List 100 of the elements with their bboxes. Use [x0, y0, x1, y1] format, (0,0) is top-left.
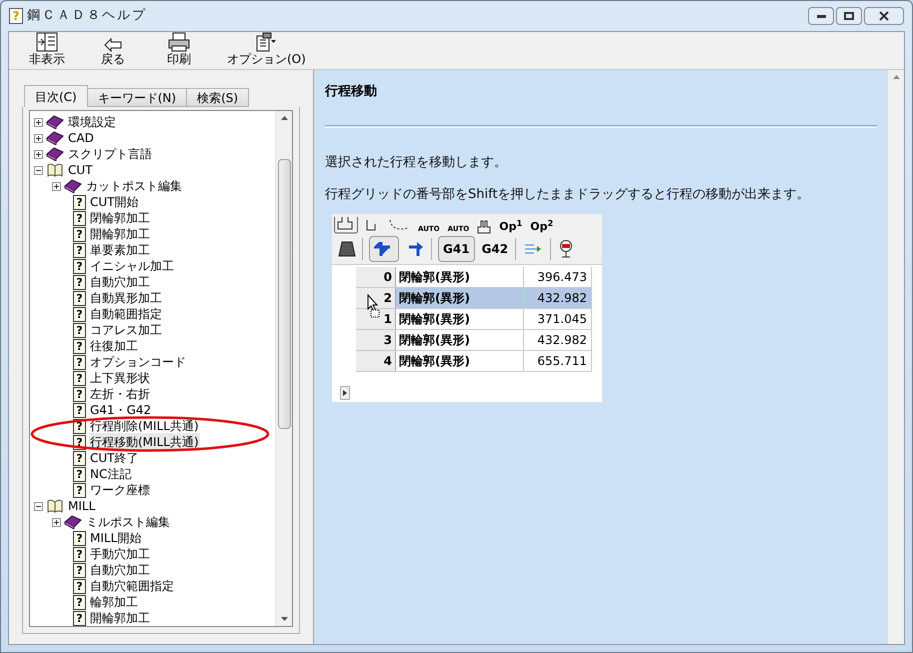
tree-item[interactable]: 自動穴加工 [89, 561, 151, 579]
help-page-icon: ? [73, 530, 86, 546]
help-page-icon: ? [73, 226, 86, 242]
window-title: 鋼ＣＡＤ８ヘルプ [27, 7, 147, 26]
option-tool-label[interactable]: Op$^{1}$ [499, 220, 522, 234]
scrollbar[interactable] [887, 70, 904, 644]
toolbar-button[interactable]: 印刷 [153, 32, 205, 67]
row-number-cell[interactable]: 3 [356, 330, 396, 350]
toolbar-button[interactable]: 非表示 [21, 32, 73, 67]
tree-item[interactable]: CUT開始 [89, 193, 140, 211]
scrollbar[interactable] [275, 111, 292, 626]
tree-item[interactable]: 自動範囲指定 [89, 305, 163, 323]
cutter-block-icon [338, 241, 356, 257]
tree-item[interactable]: 上下異形状 [89, 369, 151, 387]
help-icon: ? [9, 8, 23, 24]
close-button[interactable] [864, 7, 904, 25]
expand-toggle[interactable] [34, 134, 43, 142]
option-tool-label[interactable]: Op$^{2}$ [530, 220, 554, 234]
tree-item[interactable]: 単要素加工 [89, 241, 151, 259]
row-number-cell[interactable]: 0 [356, 267, 396, 287]
drag-cursor-icon [367, 294, 381, 318]
collapse-toggle[interactable] [34, 166, 43, 174]
tree-item[interactable]: CUT終了 [89, 449, 140, 467]
help-page-icon: ? [73, 610, 86, 626]
tree-item[interactable]: 輪郭加工 [89, 593, 139, 611]
book-icon [46, 131, 64, 145]
help-page-icon: ? [73, 466, 86, 482]
help-page-icon: ? [73, 594, 86, 610]
left-turn-button[interactable] [369, 236, 399, 262]
scroll-up-icon[interactable] [892, 75, 900, 79]
help-page-icon: ? [73, 242, 86, 258]
scroll-up-icon[interactable] [280, 116, 288, 120]
help-page-icon: ? [73, 338, 86, 354]
minimize-button[interactable] [808, 7, 834, 25]
maximize-button[interactable] [836, 7, 862, 25]
paragraph: 選択された行程を移動します。 [325, 154, 508, 172]
topic-heading: 行程移動 [325, 83, 378, 101]
tree-item[interactable]: 開輪郭加工 [89, 609, 151, 626]
printer-icon [168, 32, 190, 52]
tree-item[interactable]: 往復加工 [89, 337, 139, 355]
scroll-down-icon[interactable] [280, 617, 288, 621]
book-icon [46, 147, 64, 161]
tree-item[interactable]: 自動異形加工 [89, 289, 163, 307]
help-page-icon: ? [73, 290, 86, 306]
toolbar-button[interactable]: 戻る [87, 38, 139, 67]
help-page-icon: ? [73, 258, 86, 274]
tab[interactable]: 検索(S) [186, 88, 250, 107]
tree-item[interactable]: スクリプト言語 [67, 145, 153, 163]
toolbar-button[interactable]: オプション(O) [219, 32, 314, 67]
row-number-cell[interactable]: 4 [356, 351, 396, 371]
comb-icon [477, 220, 492, 234]
expand-toggle[interactable] [52, 518, 61, 526]
open-book-icon [46, 499, 64, 513]
row-number-cell[interactable]: 1 [356, 309, 396, 329]
help-page-icon: ? [73, 578, 86, 594]
tree-item[interactable]: 自動穴加工 [89, 273, 151, 291]
help-page-icon: ? [73, 562, 86, 578]
tree-item[interactable]: CUT [67, 161, 94, 179]
help-page-icon: ? [73, 322, 86, 338]
tab[interactable]: キーワード(N) [86, 88, 188, 107]
tree-item[interactable]: コアレス加工 [89, 321, 163, 339]
toggle-button[interactable]: G41 [438, 236, 475, 262]
document-menu-icon [255, 32, 278, 52]
tree-item[interactable]: NC注記 [89, 465, 132, 483]
help-page-icon: ? [73, 546, 86, 562]
help-page-icon: ? [73, 354, 86, 370]
tree-item[interactable]: 自動穴範囲指定 [89, 577, 175, 595]
tree-item[interactable]: ミルポスト編集 [85, 513, 171, 531]
expand-toggle[interactable] [34, 150, 43, 158]
help-page-icon: ? [73, 194, 86, 210]
tree-item[interactable]: G41・G42 [89, 401, 152, 419]
tree-item[interactable]: 閉輪郭加工 [89, 209, 151, 227]
close-icon [879, 11, 889, 21]
help-page-icon: ? [73, 306, 86, 322]
stop-sign-icon [559, 240, 574, 258]
help-page-icon: ? [73, 386, 86, 402]
tree-item[interactable]: オプションコード [89, 353, 187, 371]
help-page-icon: ? [73, 370, 86, 386]
collapse-toggle[interactable] [34, 502, 43, 510]
tree-item[interactable]: MILL [67, 497, 96, 515]
row-number-cell[interactable]: 2 [356, 288, 396, 308]
tree-item[interactable]: MILL開始 [89, 529, 142, 547]
tree-item[interactable]: CAD [67, 129, 95, 147]
tree-item[interactable]: 開輪郭加工 [89, 225, 151, 243]
expand-toggle[interactable] [34, 118, 43, 126]
open-book-icon [46, 163, 64, 177]
tree-item[interactable]: カットポスト編集 [85, 177, 183, 195]
book-icon [64, 179, 82, 193]
tab[interactable]: 目次(C) [24, 85, 88, 107]
help-page-icon: ? [73, 210, 86, 226]
expand-toggle[interactable] [52, 182, 61, 190]
tree-item[interactable]: 環境設定 [67, 113, 117, 131]
tree-item[interactable]: 行程削除(MILL共通) [89, 417, 200, 435]
help-page-icon: ? [73, 402, 86, 418]
toggle-button[interactable]: G42 [480, 236, 510, 262]
hide-pane-icon [36, 32, 58, 52]
tree-item[interactable]: 手動穴加工 [89, 545, 151, 563]
tree-item[interactable]: 左折・右折 [89, 385, 151, 403]
tree-item[interactable]: イニシャル加工 [89, 257, 175, 275]
tree-item[interactable]: ワーク座標 [89, 481, 151, 499]
